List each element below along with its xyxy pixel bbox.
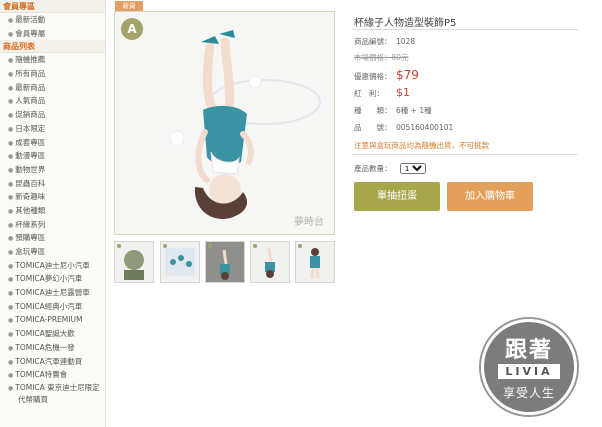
sidebar-item-insects[interactable]: ● 昆蟲百科: [0, 177, 105, 191]
quantity-select[interactable]: 1: [399, 163, 426, 174]
thumb-dot-icon: [253, 244, 257, 248]
thumb-dot-icon: [163, 244, 167, 248]
thumbnail-5[interactable]: [295, 241, 335, 283]
sidebar-item-tomica-dream[interactable]: ● TOMICA夢幻小汽車: [0, 272, 105, 286]
sidebar-item-tomica-classic[interactable]: ● TOMICA經典小汽車: [0, 300, 105, 314]
sidebar-item-member-only[interactable]: ● 會員專屬: [0, 27, 105, 41]
product-main-image[interactable]: A 夢時台: [114, 11, 335, 235]
sidebar-item-tomica-disney-camper[interactable]: ● TOMICA迪士尼露營車: [0, 286, 105, 300]
sidebar-item-tomica-crisis[interactable]: ● TOMICA危機一發: [0, 341, 105, 355]
row-product-id: 商品編號： 1028: [354, 37, 416, 46]
sidebar-item-tomica-disney[interactable]: ● TOMICA迪士尼小汽車: [0, 259, 105, 273]
sidebar-item-preorder[interactable]: ● 預購專區: [0, 231, 105, 245]
add-to-cart-button[interactable]: 加入購物車: [447, 182, 533, 211]
row-bonus: 紅 利： $1: [354, 86, 410, 99]
divider: [352, 154, 578, 155]
thumbnail-4[interactable]: [250, 241, 290, 283]
sidebar-item-token-purchase[interactable]: 代幣購買: [0, 394, 105, 406]
sidebar-item-tomica-tokyo-disney[interactable]: ● TOMICA 東京迪士尼限定: [0, 382, 105, 394]
stamp-line2: LIVIA: [498, 364, 560, 379]
single-gacha-button[interactable]: 單抽扭蛋: [354, 182, 440, 211]
row-code: 品 號： 005160400101: [354, 123, 454, 132]
sidebar-item-cup-edge[interactable]: ● 杯緣系列: [0, 218, 105, 232]
sidebar-item-animals[interactable]: ● 動物世界: [0, 163, 105, 177]
sidebar-item-anime[interactable]: ● 動漫專區: [0, 149, 105, 163]
stamp-line1: 跟著: [504, 338, 553, 363]
title-divider: [352, 29, 578, 30]
sidebar-item-box-toys[interactable]: ● 盒玩專區: [0, 245, 105, 259]
thumb-image: [165, 248, 195, 276]
thumb-dot-icon: [208, 244, 212, 248]
sidebar-item-novelty[interactable]: ● 新奇趣味: [0, 190, 105, 204]
random-shipping-notice: 注意與盒玩商品均為隨機出貨，不可挑款: [354, 141, 489, 150]
new-badge: 新貨: [115, 1, 143, 11]
figure-illustration: [169, 30, 321, 219]
thumb-image: [310, 248, 320, 279]
sidebar-heading-member: 會員專區: [0, 0, 105, 13]
image-signature: 夢時台: [294, 217, 324, 228]
livia-logo-stamp: 跟著 LIVIA 享受人生: [481, 319, 577, 415]
sidebar-item-newest[interactable]: ● 最新商品: [0, 81, 105, 95]
sidebar-item-tomica-linked[interactable]: ● TOMICA汽車連動買: [0, 355, 105, 369]
sidebar-item-latest-events[interactable]: ● 最新活動: [0, 13, 105, 27]
stamp-line3: 享受人生: [502, 386, 555, 400]
row-kinds: 種 類： 6種 + 1種: [354, 106, 432, 115]
sidebar-item-tomica-sale[interactable]: ● TOMICA特賣會: [0, 368, 105, 382]
quantity-row: 產品數量： 1: [354, 163, 426, 174]
sidebar-item-japan-limited[interactable]: ● 日本限定: [0, 122, 105, 136]
sidebar-item-tomica-xmas[interactable]: ● TOMICA聖誕大歡: [0, 327, 105, 341]
sidebar-item-all[interactable]: ● 所有商品: [0, 67, 105, 81]
sidebar-item-sale[interactable]: ● 促銷商品: [0, 108, 105, 122]
sidebar-item-tomica-premium[interactable]: ● TOMICA-PREMIUM: [0, 313, 105, 327]
sidebar-item-others[interactable]: ● 其他種類: [0, 204, 105, 218]
row-sale-price: 優惠價格： $79: [354, 68, 419, 82]
thumb-image: [220, 249, 230, 280]
sidebar: 會員專區 ● 最新活動 ● 會員專屬 商品列表 ● 隨機推薦 ● 所有商品 ● 最新商品 …: [0, 0, 106, 427]
sidebar-heading-products: 商品列表: [0, 40, 105, 54]
thumb-dot-icon: [298, 244, 302, 248]
sidebar-item-random[interactable]: ● 隨機推薦: [0, 53, 105, 67]
thumb-dot-icon: [117, 244, 121, 248]
thumb-image: [265, 247, 275, 278]
thumb-image: [124, 250, 144, 280]
thumbnail-3[interactable]: [205, 241, 245, 283]
sidebar-item-sets[interactable]: ● 成套專區: [0, 136, 105, 150]
bonus-value: $1: [396, 86, 410, 99]
quantity-label: 產品數量：: [354, 164, 392, 173]
product-title: 杯緣子人物造型裝飾P5: [354, 18, 457, 29]
thumbnail-1[interactable]: [114, 241, 154, 283]
row-original-price: 市場價格：80元: [354, 53, 409, 62]
thumbnail-2[interactable]: [160, 241, 200, 283]
sidebar-item-popular[interactable]: ● 人氣商品: [0, 94, 105, 108]
sale-price: $79: [396, 68, 419, 82]
